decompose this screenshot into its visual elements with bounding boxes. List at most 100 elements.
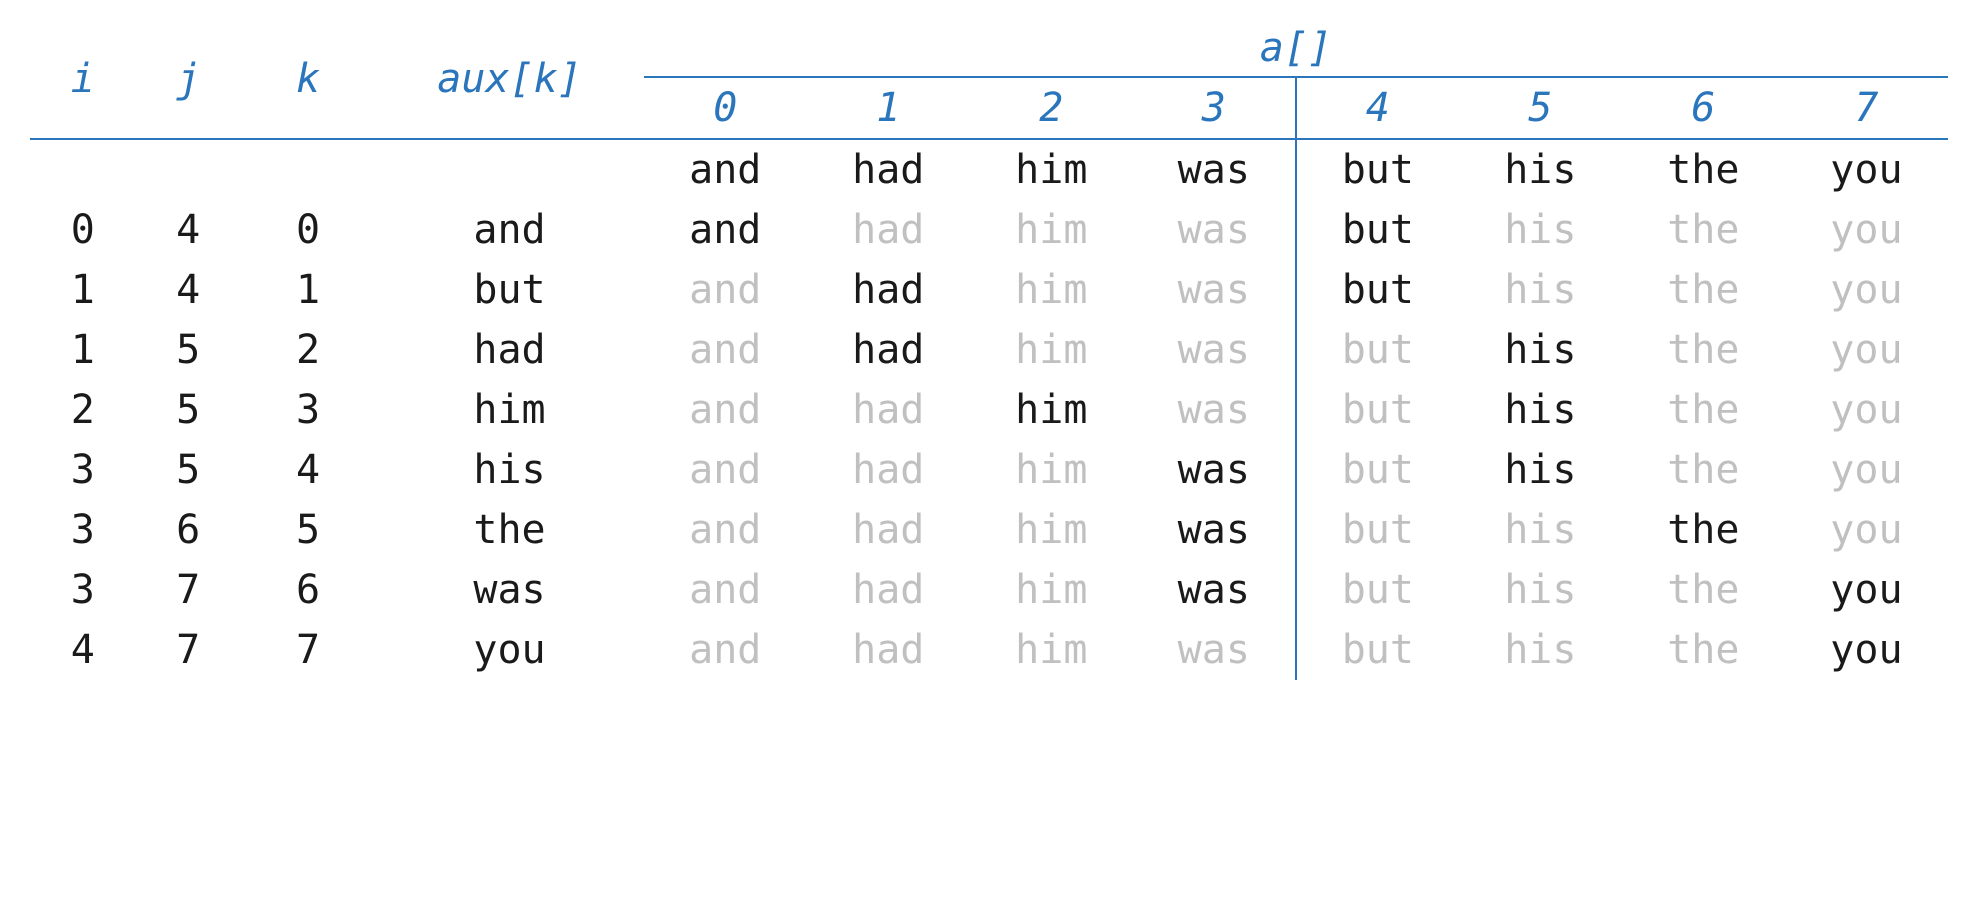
cell-a-5: his bbox=[1459, 320, 1622, 380]
cell-a-4: but bbox=[1296, 200, 1459, 260]
cell-aux: had bbox=[375, 320, 644, 380]
header-index-3: 3 bbox=[1133, 77, 1296, 138]
cell-i: 1 bbox=[30, 260, 135, 320]
cell-a-1: had bbox=[807, 440, 970, 500]
cell-a-7: you bbox=[1785, 139, 1948, 200]
cell-j: 4 bbox=[135, 260, 240, 320]
cell-aux: him bbox=[375, 380, 644, 440]
header-index-4: 4 bbox=[1296, 77, 1459, 138]
cell-i: 3 bbox=[30, 440, 135, 500]
trace-row: 253himandhadhimwasbuthistheyou bbox=[30, 380, 1948, 440]
cell-a-3: was bbox=[1133, 260, 1296, 320]
cell-a-0: and bbox=[644, 380, 807, 440]
cell-k: 5 bbox=[241, 500, 375, 560]
cell-a-5: his bbox=[1459, 380, 1622, 440]
cell-a-7: you bbox=[1785, 560, 1948, 620]
cell-a-6: the bbox=[1622, 380, 1785, 440]
cell-a-3: was bbox=[1133, 139, 1296, 200]
cell-a-4: but bbox=[1296, 139, 1459, 200]
cell-i: 3 bbox=[30, 560, 135, 620]
cell-a-7: you bbox=[1785, 620, 1948, 680]
cell-a-0: and bbox=[644, 560, 807, 620]
trace-row: 141butandhadhimwasbuthistheyou bbox=[30, 260, 1948, 320]
cell-j: 4 bbox=[135, 200, 240, 260]
cell-a-4: but bbox=[1296, 440, 1459, 500]
header-aux: aux[k] bbox=[375, 20, 644, 138]
cell-k: 2 bbox=[241, 320, 375, 380]
merge-trace-diagram: i j k aux[k] a[] 0 1 2 3 4 5 6 7 andhadh… bbox=[0, 0, 1978, 710]
cell-a-5: his bbox=[1459, 560, 1622, 620]
header-index-1: 1 bbox=[807, 77, 970, 138]
cell-a-0: and bbox=[644, 139, 807, 200]
cell-a-2: him bbox=[970, 260, 1133, 320]
cell-i: 0 bbox=[30, 200, 135, 260]
cell-a-2: him bbox=[970, 139, 1133, 200]
cell-a-4: but bbox=[1296, 560, 1459, 620]
trace-table: i j k aux[k] a[] 0 1 2 3 4 5 6 7 andhadh… bbox=[30, 20, 1948, 680]
cell-a-0: and bbox=[644, 620, 807, 680]
cell-a-6: the bbox=[1622, 260, 1785, 320]
cell-j: 5 bbox=[135, 380, 240, 440]
cell-a-6: the bbox=[1622, 200, 1785, 260]
cell-i: 3 bbox=[30, 500, 135, 560]
cell-a-5: his bbox=[1459, 620, 1622, 680]
cell-aux: and bbox=[375, 200, 644, 260]
cell-aux: the bbox=[375, 500, 644, 560]
cell-a-1: had bbox=[807, 500, 970, 560]
cell-a-5: his bbox=[1459, 260, 1622, 320]
cell-a-3: was bbox=[1133, 200, 1296, 260]
cell-a-6: the bbox=[1622, 139, 1785, 200]
cell-aux bbox=[375, 139, 644, 200]
cell-a-2: him bbox=[970, 380, 1133, 440]
cell-a-2: him bbox=[970, 560, 1133, 620]
cell-j: 5 bbox=[135, 440, 240, 500]
cell-a-2: him bbox=[970, 500, 1133, 560]
cell-i bbox=[30, 139, 135, 200]
cell-aux: but bbox=[375, 260, 644, 320]
cell-j bbox=[135, 139, 240, 200]
cell-a-1: had bbox=[807, 139, 970, 200]
cell-a-6: the bbox=[1622, 320, 1785, 380]
header-index-0: 0 bbox=[644, 77, 807, 138]
header-index-7: 7 bbox=[1785, 77, 1948, 138]
cell-a-7: you bbox=[1785, 500, 1948, 560]
cell-a-1: had bbox=[807, 260, 970, 320]
cell-a-1: had bbox=[807, 560, 970, 620]
cell-a-3: was bbox=[1133, 320, 1296, 380]
cell-a-3: was bbox=[1133, 620, 1296, 680]
cell-a-2: him bbox=[970, 620, 1133, 680]
cell-a-5: his bbox=[1459, 200, 1622, 260]
trace-row: 040andandhadhimwasbuthistheyou bbox=[30, 200, 1948, 260]
cell-a-2: him bbox=[970, 320, 1133, 380]
cell-k: 4 bbox=[241, 440, 375, 500]
cell-k: 0 bbox=[241, 200, 375, 260]
cell-a-4: but bbox=[1296, 500, 1459, 560]
trace-row: 477youandhadhimwasbuthistheyou bbox=[30, 620, 1948, 680]
cell-a-0: and bbox=[644, 440, 807, 500]
header-index-6: 6 bbox=[1622, 77, 1785, 138]
cell-aux: you bbox=[375, 620, 644, 680]
cell-i: 4 bbox=[30, 620, 135, 680]
header-a-array: a[] bbox=[644, 20, 1948, 77]
trace-row: 152hadandhadhimwasbuthistheyou bbox=[30, 320, 1948, 380]
cell-a-1: had bbox=[807, 620, 970, 680]
cell-a-7: you bbox=[1785, 320, 1948, 380]
trace-row: 376wasandhadhimwasbuthistheyou bbox=[30, 560, 1948, 620]
cell-k bbox=[241, 139, 375, 200]
trace-body: andhadhimwasbuthistheyou040andandhadhimw… bbox=[30, 139, 1948, 680]
cell-a-5: his bbox=[1459, 139, 1622, 200]
cell-a-6: the bbox=[1622, 440, 1785, 500]
cell-a-3: was bbox=[1133, 560, 1296, 620]
cell-a-3: was bbox=[1133, 440, 1296, 500]
cell-a-7: you bbox=[1785, 380, 1948, 440]
cell-a-7: you bbox=[1785, 200, 1948, 260]
cell-a-0: and bbox=[644, 320, 807, 380]
cell-a-0: and bbox=[644, 200, 807, 260]
cell-j: 5 bbox=[135, 320, 240, 380]
cell-a-1: had bbox=[807, 320, 970, 380]
cell-k: 1 bbox=[241, 260, 375, 320]
cell-a-7: you bbox=[1785, 440, 1948, 500]
trace-row: 365theandhadhimwasbuthistheyou bbox=[30, 500, 1948, 560]
cell-a-4: but bbox=[1296, 620, 1459, 680]
cell-a-4: but bbox=[1296, 260, 1459, 320]
